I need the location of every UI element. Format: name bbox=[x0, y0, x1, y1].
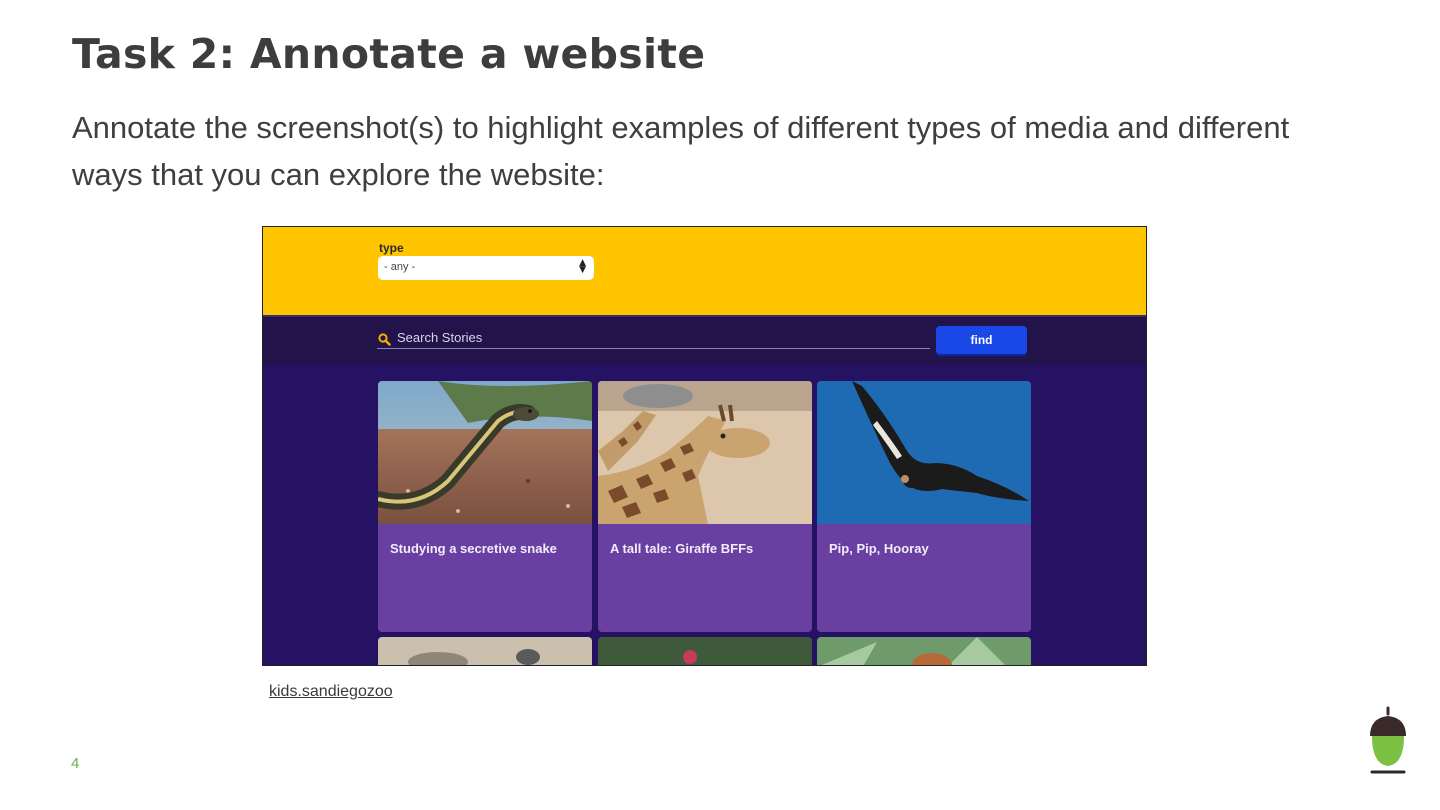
search-bar: Search Stories find bbox=[263, 315, 1146, 365]
condor-photo bbox=[817, 381, 1031, 524]
filter-bar: type - any - ▲ ▼ bbox=[263, 227, 1146, 315]
website-link[interactable]: kids.sandiegozoo bbox=[269, 683, 393, 701]
story-card-title: Pip, Pip, Hooray bbox=[829, 541, 929, 556]
website-screenshot: type - any - ▲ ▼ Search Stories find Stu… bbox=[262, 226, 1147, 666]
type-filter-select[interactable]: - any - ▲ ▼ bbox=[378, 256, 594, 280]
story-card-title: Studying a secretive snake bbox=[390, 541, 557, 556]
card-photo-peek bbox=[378, 637, 592, 665]
card-photo-peek bbox=[598, 637, 812, 665]
story-card[interactable]: Pip, Pip, Hooray bbox=[817, 381, 1031, 632]
story-card[interactable]: A tall tale: Giraffe BFFs bbox=[598, 381, 812, 632]
search-input[interactable]: Search Stories bbox=[397, 330, 482, 345]
search-icon bbox=[378, 333, 391, 346]
giraffe-photo bbox=[598, 381, 812, 524]
slide-subtitle: Annotate the screenshot(s) to highlight … bbox=[72, 110, 1290, 192]
type-filter-value: - any - bbox=[384, 261, 416, 273]
type-filter-label: type bbox=[379, 241, 404, 255]
page-number: 4 bbox=[71, 755, 80, 772]
search-underline bbox=[377, 348, 930, 349]
find-button[interactable]: find bbox=[936, 326, 1027, 354]
slide-title: Task 2: Annotate a website bbox=[72, 30, 706, 78]
story-card-peek[interactable] bbox=[378, 637, 592, 665]
snake-photo bbox=[378, 381, 592, 524]
card-photo-peek bbox=[817, 637, 1031, 665]
story-card-peek[interactable] bbox=[598, 637, 812, 665]
select-arrows-icon: ▲ ▼ bbox=[579, 258, 586, 275]
story-card-title: A tall tale: Giraffe BFFs bbox=[610, 541, 754, 556]
acorn-logo-icon bbox=[1370, 706, 1406, 774]
story-card[interactable]: Studying a secretive snake bbox=[378, 381, 592, 632]
story-card-peek[interactable] bbox=[817, 637, 1031, 665]
